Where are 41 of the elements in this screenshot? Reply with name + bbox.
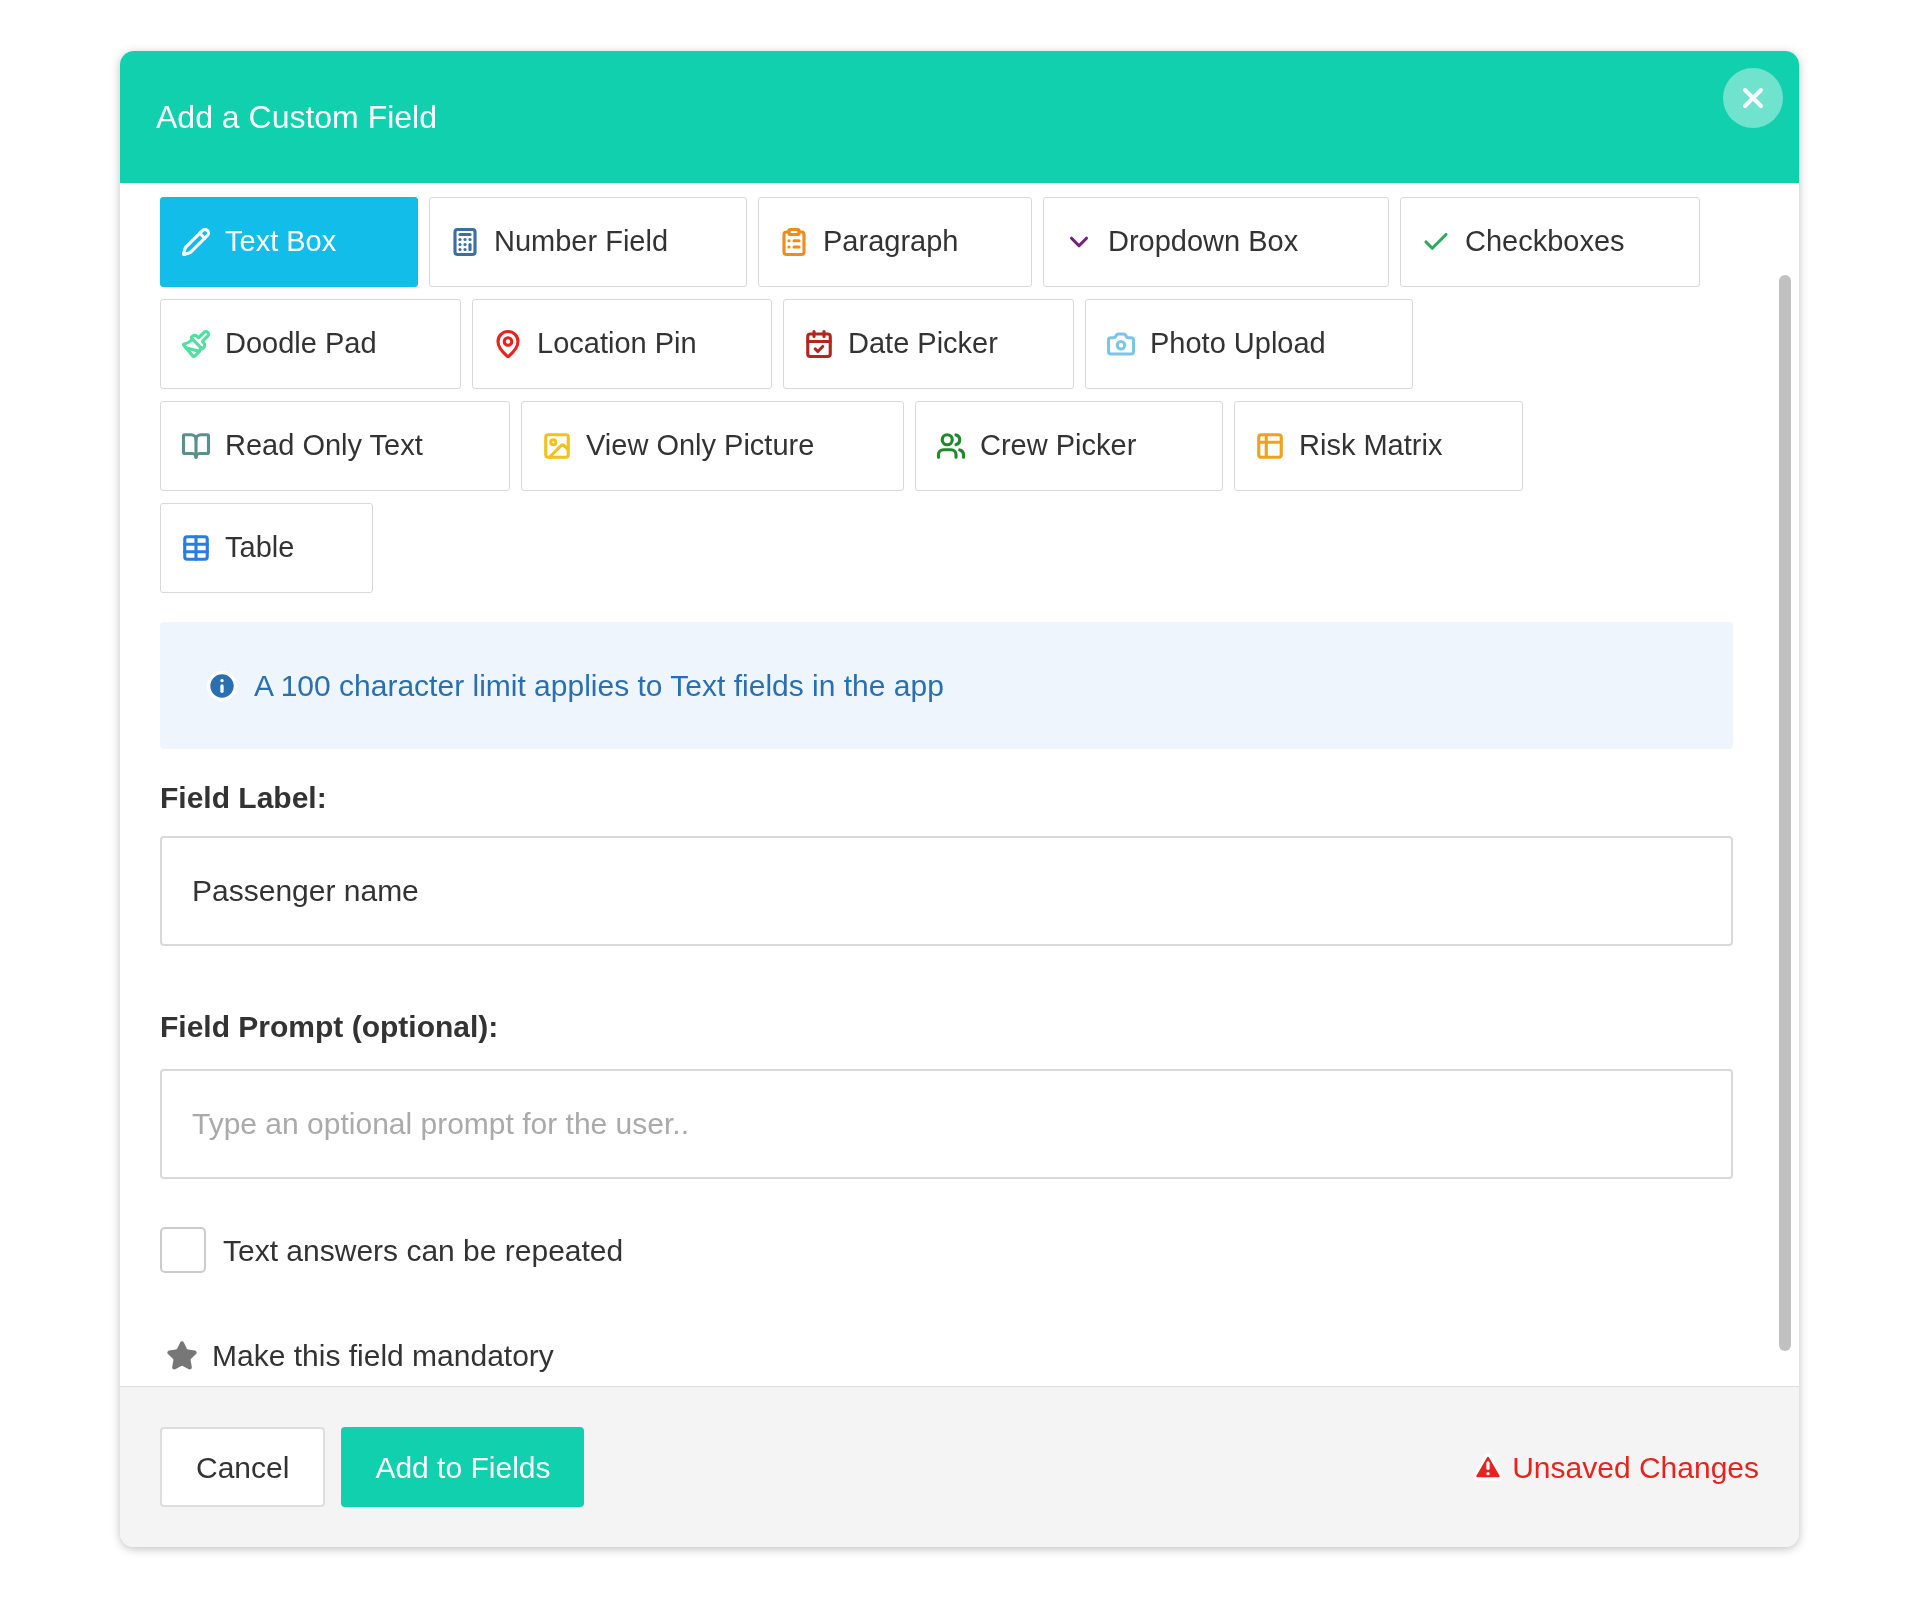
field-type-tab[interactable]: Table — [160, 503, 373, 593]
table-icon — [181, 533, 211, 563]
field-type-tab[interactable]: Doodle Pad — [160, 299, 461, 389]
field-type-tab[interactable]: Risk Matrix — [1234, 401, 1523, 491]
field-label-heading: Field Label: — [160, 780, 328, 816]
field-type-tab[interactable]: Photo Upload — [1085, 299, 1413, 389]
field-type-tab[interactable]: Date Picker — [783, 299, 1074, 389]
people-icon — [936, 431, 966, 461]
dialog-title: Add a Custom Field — [156, 98, 437, 137]
field-type-tab[interactable]: Number Field — [429, 197, 747, 287]
info-text: A 100 character limit applies to Text fields in the app — [254, 668, 944, 704]
cancel-button[interactable]: Cancel — [160, 1427, 326, 1507]
info-icon — [206, 669, 238, 702]
field-type-tab[interactable]: Crew Picker — [915, 401, 1223, 491]
brush-icon — [181, 329, 211, 359]
field-type-tab[interactable]: View Only Picture — [521, 401, 904, 491]
mandatory-label: Make this field mandatory — [212, 1338, 554, 1374]
checkbox-label: Text answers can be repeated — [223, 1232, 624, 1269]
map-pin-icon — [493, 329, 523, 359]
calculator-icon — [450, 227, 480, 257]
field-type-tab[interactable]: Paragraph — [758, 197, 1032, 287]
field-prompt-input[interactable]: Type an optional prompt for the user.. — [160, 1069, 1733, 1179]
star-icon[interactable] — [166, 1339, 198, 1372]
pencil-icon — [181, 227, 211, 257]
field-type-tab[interactable]: Checkboxes — [1400, 197, 1700, 287]
checkbox[interactable] — [160, 1227, 206, 1273]
calendar-icon — [804, 329, 834, 359]
warning-icon — [1472, 1451, 1505, 1483]
picture-icon — [542, 431, 572, 461]
field-prompt-heading: Field Prompt (optional): — [160, 1009, 500, 1045]
camera-icon — [1106, 329, 1136, 359]
grid-icon — [1255, 431, 1285, 461]
clipboard-icon — [779, 227, 809, 257]
unsaved-status: Unsaved Changes — [1512, 1449, 1759, 1486]
field-type-tab[interactable]: Dropdown Box — [1043, 197, 1389, 287]
close-button[interactable] — [1723, 68, 1783, 128]
field-type-tab[interactable]: Read Only Text — [160, 401, 510, 491]
field-type-tab[interactable]: Location Pin — [472, 299, 772, 389]
scrollbar-thumb[interactable] — [1779, 275, 1791, 1351]
book-icon — [181, 431, 211, 461]
field-label-input[interactable]: Passenger name — [160, 836, 1733, 946]
